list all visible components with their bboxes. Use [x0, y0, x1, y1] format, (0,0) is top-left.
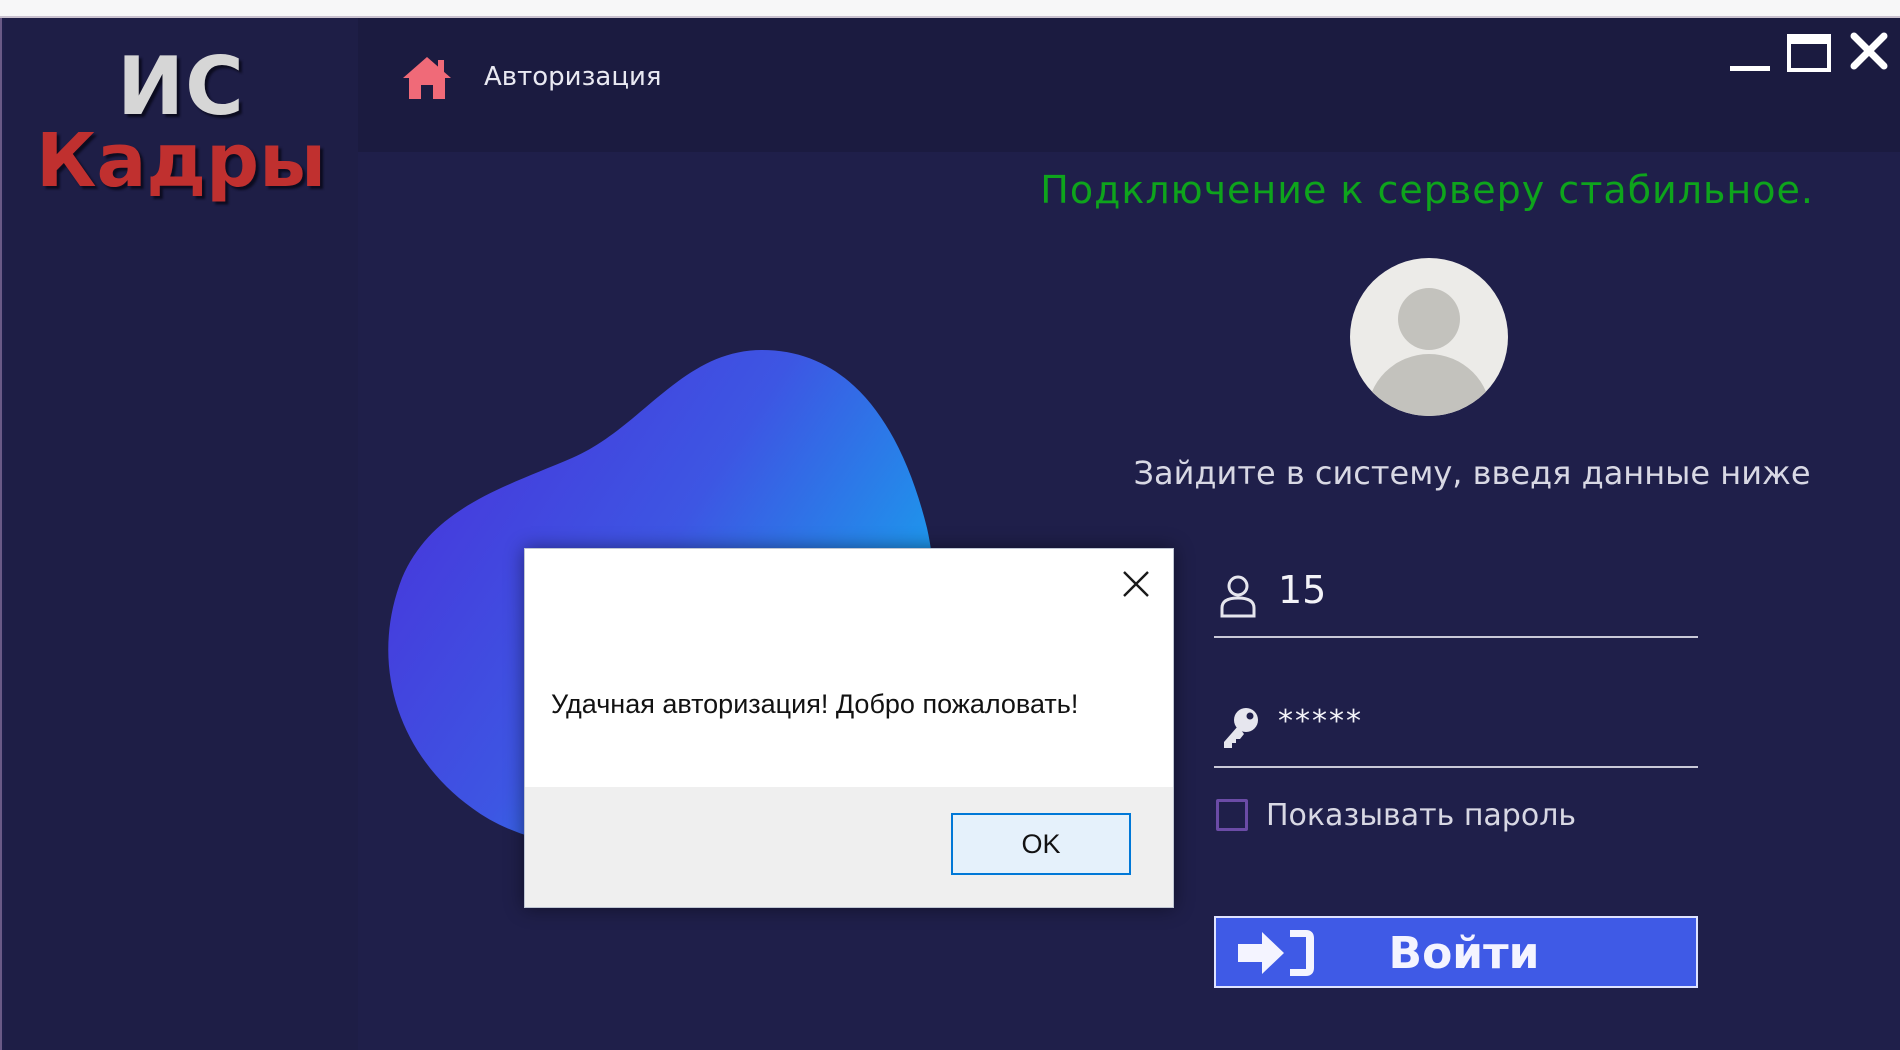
message-dialog: Удачная авторизация! Добро пожаловать! O… [524, 548, 1174, 908]
logo-bottom-text: Кадры [35, 118, 327, 204]
login-hint: Зайдите в систему, введя данные ниже [1133, 454, 1811, 492]
show-password-option[interactable]: Показывать пароль [1216, 797, 1577, 833]
key-icon [1224, 708, 1258, 748]
maximize-icon[interactable] [1784, 26, 1834, 76]
dialog-ok-button[interactable]: OK [951, 813, 1131, 875]
user-avatar-icon [1350, 258, 1508, 416]
dialog-close-icon[interactable] [1119, 567, 1153, 601]
sidebar: ИС Кадры [4, 18, 358, 1050]
dialog-message: Удачная авторизация! Добро пожаловать! [551, 689, 1079, 719]
show-password-checkbox[interactable] [1216, 799, 1248, 831]
login-input-value[interactable]: 15 [1278, 568, 1326, 612]
page-title: Авторизация [484, 62, 662, 92]
header-bar: Авторизация [358, 18, 1900, 152]
close-icon[interactable] [1844, 26, 1894, 76]
top-strip [0, 0, 1900, 18]
password-field[interactable]: ***** [1214, 686, 1698, 768]
login-button[interactable]: Войти [1214, 916, 1698, 988]
minimize-icon[interactable] [1724, 26, 1774, 76]
password-input-value[interactable]: ***** [1278, 704, 1363, 739]
home-icon[interactable] [400, 54, 454, 102]
user-icon [1220, 575, 1256, 618]
connection-status: Подключение к серверу стабильное. [1040, 168, 1814, 212]
app-window: ИС Кадры Авторизация Подключение к серве… [0, 18, 1900, 1050]
login-button-label: Войти [1388, 928, 1540, 979]
login-field[interactable]: 15 [1214, 558, 1698, 638]
show-password-label: Показывать пароль [1266, 797, 1577, 833]
